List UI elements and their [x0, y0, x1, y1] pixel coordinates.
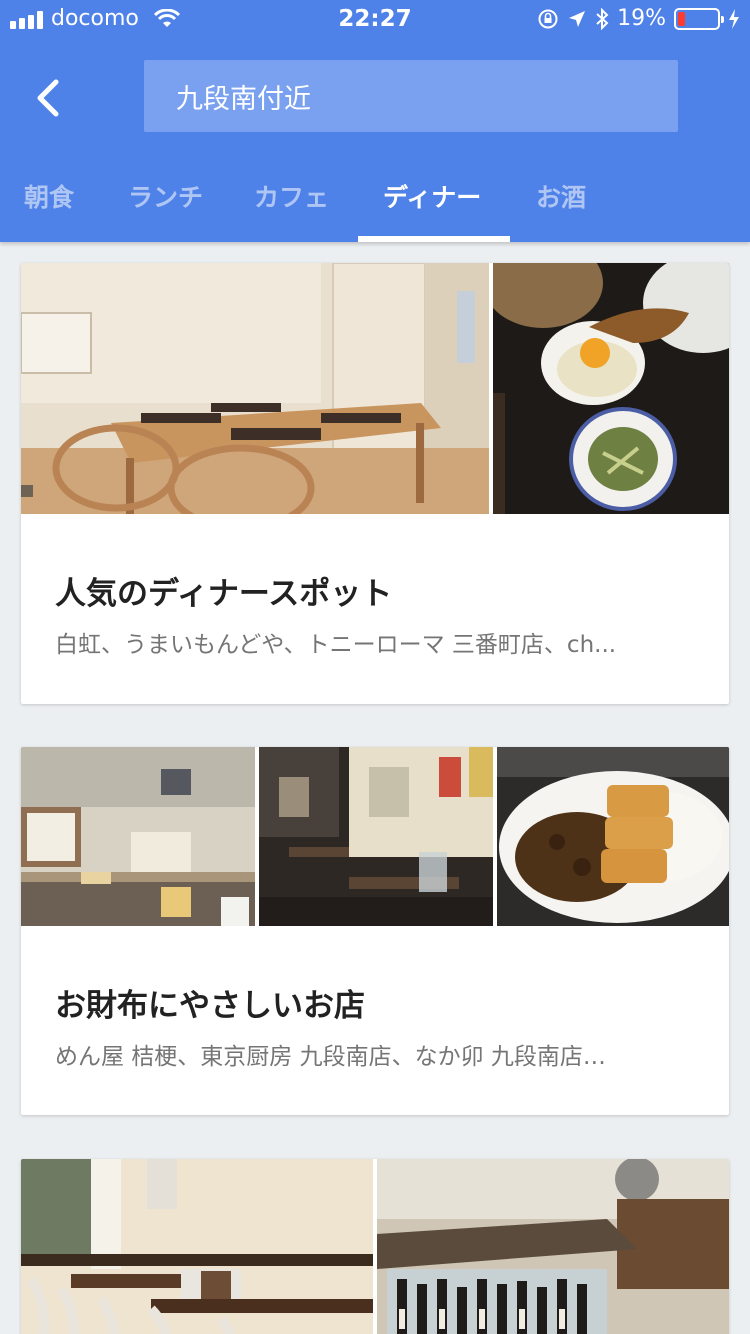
battery-level — [678, 11, 685, 26]
tab-dinner[interactable]: ディナー — [383, 178, 481, 214]
card-photos — [21, 263, 729, 514]
sake-bar-photo — [377, 1159, 729, 1334]
card-photos — [21, 747, 729, 926]
dining-room-photo — [21, 263, 489, 514]
charging-icon — [729, 8, 739, 29]
back-button[interactable] — [22, 70, 72, 126]
rotation-lock-icon — [538, 9, 558, 28]
card-title: お財布にやさしいお店 — [55, 988, 365, 1024]
location-arrow-icon — [569, 10, 586, 27]
restaurant-seating-photo — [21, 1159, 373, 1334]
card-subtitle: めん屋 桔梗、東京厨房 九段南店、なか卯 九段南店… — [55, 1044, 606, 1070]
card-photos — [21, 1159, 729, 1334]
search-input[interactable]: 九段南付近 — [144, 60, 678, 132]
card-subtitle: 白虹、うまいもんどや、トニーローマ 三番町店、ch... — [55, 632, 617, 658]
search-text: 九段南付近 — [176, 83, 311, 115]
category-tabs: 朝食 ランチ カフェ ディナー お酒 — [0, 160, 750, 242]
status-right: 19% — [537, 6, 740, 31]
collection-card-budget[interactable]: お財布にやさしいお店 めん屋 桔梗、東京厨房 九段南店、なか卯 九段南店… — [21, 747, 729, 1115]
restaurant-interior-photo — [259, 747, 493, 926]
tab-cafe[interactable]: カフェ — [254, 178, 329, 214]
noodle-counter-photo — [21, 747, 255, 926]
bluetooth-icon — [596, 7, 609, 30]
collection-card-third[interactable] — [21, 1159, 729, 1334]
rice-egg-meal-photo — [493, 263, 729, 514]
app-header: docomo 22:27 19% 九段南付近 朝食 ランチ カフェ ディナー お… — [0, 0, 750, 242]
tab-lunch[interactable]: ランチ — [128, 178, 203, 214]
tab-drinks[interactable]: お酒 — [536, 178, 586, 214]
battery-icon — [674, 7, 724, 30]
collection-card-popular-dinner[interactable]: 人気のディナースポット 白虹、うまいもんどや、トニーローマ 三番町店、ch... — [21, 263, 729, 704]
chevron-left-icon — [37, 79, 59, 117]
card-title: 人気のディナースポット — [55, 576, 393, 612]
tab-breakfast[interactable]: 朝食 — [24, 178, 74, 214]
active-tab-indicator — [358, 236, 510, 242]
status-bar: docomo 22:27 19% — [0, 0, 750, 40]
battery-percent: 19% — [617, 6, 666, 31]
katsu-curry-photo — [497, 747, 729, 926]
